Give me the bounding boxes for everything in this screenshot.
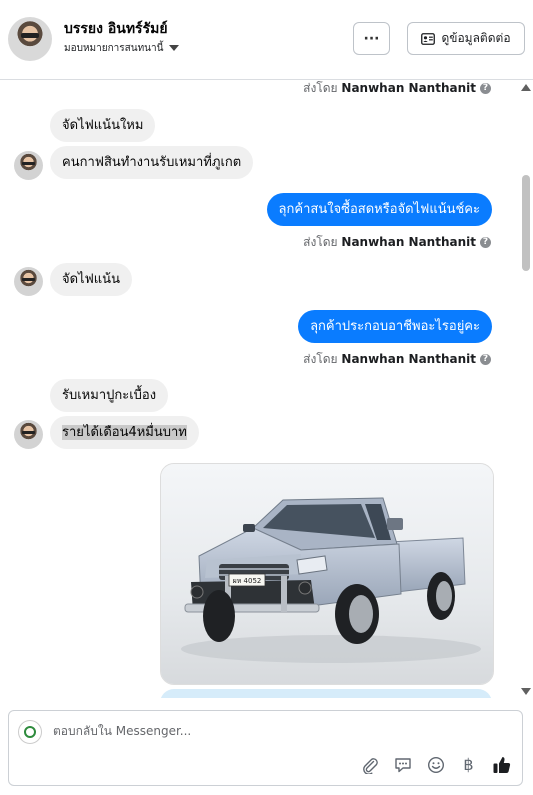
outgoing-message[interactable]: ลุกค้าสนใจซื้อสดหรือจัดไฟแน้นช์คะ (266, 193, 492, 226)
paperclip-icon[interactable] (359, 754, 380, 775)
view-contact-label: ดูข้อมูลติดต่อ (441, 31, 511, 45)
incoming-message[interactable]: คนกาฟสินทำงานรับเหมาที่ภูเกต (50, 146, 254, 179)
incoming-message[interactable]: จัดไฟแน้นใหม (50, 109, 156, 142)
contact-avatar-small[interactable] (14, 267, 43, 296)
thread-scrollbar[interactable] (519, 80, 533, 698)
incoming-message[interactable]: รายได้เดือน4หมื่นบาท (50, 416, 199, 449)
incoming-message[interactable]: จัดไฟแน้น (50, 263, 132, 296)
message-thread[interactable]: ส่งโดย Nanwhan Nanthanit? จัดไฟแน้นใหม ค… (0, 80, 533, 698)
composer-toolbar: ฿ (359, 754, 512, 775)
sent-by-label: ส่งโดย Nanwhan Nanthanit? (303, 350, 491, 369)
license-plate: ผห 4052 (233, 577, 262, 585)
saved-reply-icon[interactable] (392, 754, 413, 775)
sent-by-label: ส่งโดย Nanwhan Nanthanit? (303, 80, 491, 98)
conversation-header: บรรยง อินทร์รัมย์ มอบหมายการสนทนานี้ ···… (0, 0, 533, 80)
info-icon[interactable]: ? (480, 237, 491, 248)
sender-name: Nanwhan Nanthanit (341, 81, 476, 95)
reply-input[interactable] (53, 724, 353, 738)
contact-avatar-small[interactable] (14, 420, 43, 449)
contact-avatar-small[interactable] (14, 151, 43, 180)
baht-icon[interactable]: ฿ (458, 754, 479, 775)
sent-by-label: ส่งโดย Nanwhan Nanthanit? (303, 233, 491, 252)
sender-name: Nanwhan Nanthanit (341, 352, 476, 366)
caret-down-icon (169, 45, 180, 51)
highlighted-text: รายได้เดือน4หมื่นบาท (62, 425, 187, 440)
next-attachment-preview (160, 689, 492, 698)
incoming-message[interactable]: รับเหมาปูกะเบื้อง (50, 379, 169, 412)
assign-conversation-dropdown[interactable]: มอบหมายการสนทนานี้ (64, 41, 180, 56)
pickup-truck-image: ผห 4052 (161, 464, 493, 684)
truck-photo[interactable]: ผห 4052 (160, 463, 494, 685)
scroll-down-icon[interactable] (521, 688, 531, 695)
more-icon: ··· (363, 30, 380, 47)
info-icon[interactable]: ? (480, 83, 491, 94)
view-contact-button[interactable]: ดูข้อมูลติดต่อ (407, 22, 525, 55)
scroll-up-icon[interactable] (521, 84, 531, 91)
contact-avatar[interactable] (8, 17, 52, 61)
assign-label: มอบหมายการสนทนานี้ (64, 43, 164, 54)
reply-composer: ฿ (8, 710, 523, 786)
emoji-icon[interactable] (425, 754, 446, 775)
more-options-button[interactable]: ··· (353, 22, 390, 55)
page-logo-avatar (18, 720, 42, 744)
contact-card-icon (421, 32, 436, 45)
contact-name[interactable]: บรรยง อินทร์รัมย์ (64, 18, 168, 40)
outgoing-message[interactable]: ลุกค้าประกอบอาชีพอะไรอยู่คะ (298, 310, 492, 343)
thumbs-up-icon[interactable] (491, 754, 512, 775)
sender-name: Nanwhan Nanthanit (341, 235, 476, 249)
info-icon[interactable]: ? (480, 354, 491, 365)
scroll-thumb[interactable] (522, 175, 530, 271)
